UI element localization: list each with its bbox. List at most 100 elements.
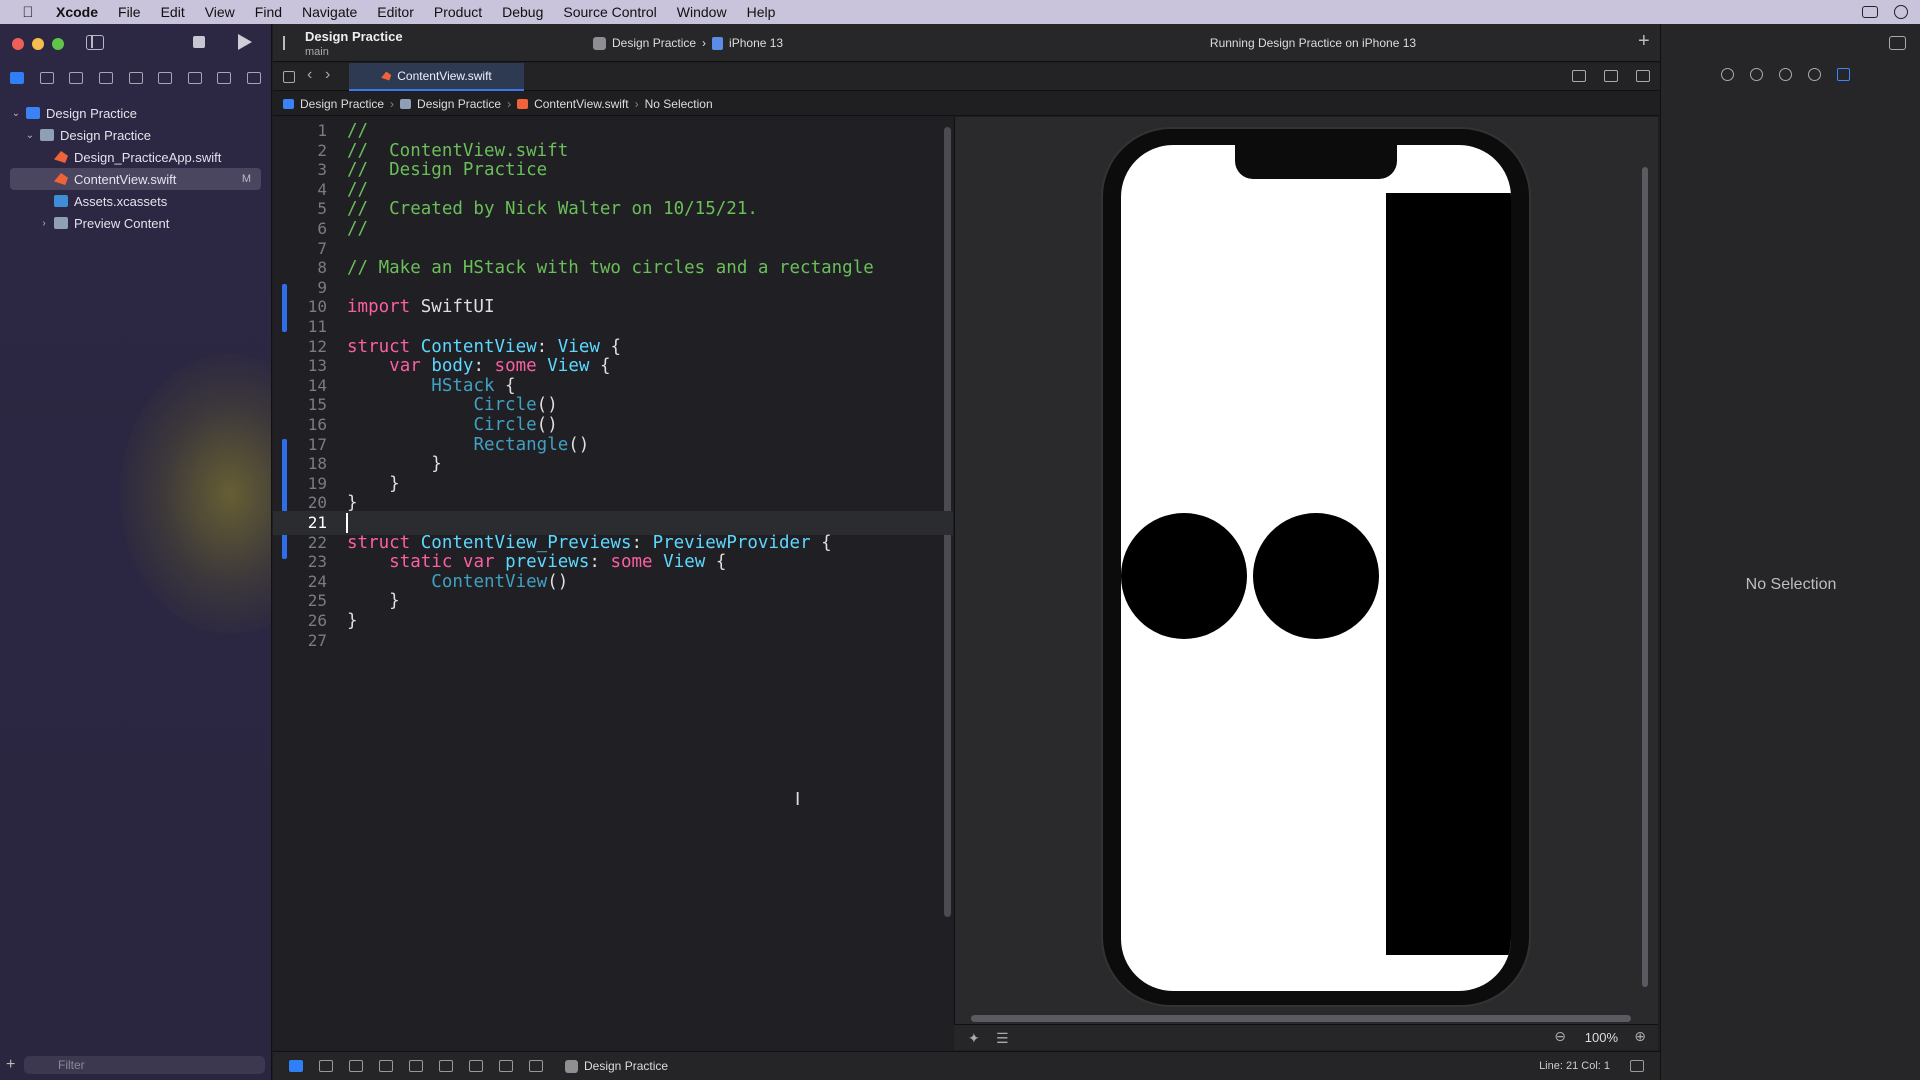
project-navigator-icon[interactable] bbox=[10, 72, 24, 84]
menu-source-control[interactable]: Source Control bbox=[553, 0, 666, 24]
activity-status: Running Design Practice on iPhone 13 bbox=[1209, 36, 1417, 50]
source-control-navigator-icon[interactable] bbox=[39, 72, 54, 84]
debug-navigator-icon[interactable] bbox=[187, 72, 202, 84]
issue-navigator-icon[interactable] bbox=[128, 72, 143, 84]
scheme-selector[interactable]: Design Practice › iPhone 13 bbox=[593, 32, 783, 54]
split-editor-icon[interactable] bbox=[1636, 70, 1650, 82]
tree-item-label: Assets.xcassets bbox=[74, 193, 168, 209]
menu-editor[interactable]: Editor bbox=[367, 0, 424, 24]
tree-item-preview-content[interactable]: › Preview Content bbox=[10, 212, 261, 234]
zoom-window-icon[interactable] bbox=[52, 38, 64, 50]
console-toggle-icon[interactable] bbox=[1630, 1060, 1644, 1072]
menu-product[interactable]: Product bbox=[424, 0, 492, 24]
toolbar-branch-name[interactable]: main bbox=[305, 46, 329, 58]
breakpoints-toggle-icon[interactable] bbox=[289, 1060, 303, 1072]
iphone-frame bbox=[1101, 127, 1531, 1007]
file-inspector-icon[interactable] bbox=[1721, 68, 1734, 81]
menu-file[interactable]: File bbox=[108, 0, 151, 24]
menu-debug[interactable]: Debug bbox=[492, 0, 553, 24]
zoom-level[interactable]: 100% bbox=[1585, 1030, 1618, 1045]
step-over-icon[interactable] bbox=[349, 1060, 363, 1072]
breakpoint-navigator-icon[interactable] bbox=[217, 72, 232, 84]
control-center-icon[interactable] bbox=[1862, 6, 1878, 18]
minimize-window-icon[interactable] bbox=[32, 38, 44, 50]
text-cursor-icon: I bbox=[795, 789, 801, 810]
branch-icon bbox=[283, 36, 295, 50]
jump-bar: Design Practice › Design Practice › Cont… bbox=[273, 92, 1659, 116]
chevron-down-icon[interactable]: ⌄ bbox=[24, 130, 36, 141]
memory-graph-icon[interactable] bbox=[469, 1060, 483, 1072]
variants-icon[interactable]: ☰ bbox=[996, 1030, 1009, 1047]
tree-item-assets[interactable]: Assets.xcassets bbox=[10, 190, 261, 212]
stop-icon[interactable] bbox=[193, 36, 205, 48]
tab-label: ContentView.swift bbox=[397, 69, 492, 83]
add-icon[interactable]: + bbox=[1638, 30, 1650, 53]
siri-icon[interactable] bbox=[1894, 5, 1908, 19]
find-navigator-icon[interactable] bbox=[98, 72, 113, 84]
jumpbar-item[interactable]: Design Practice bbox=[417, 97, 501, 111]
jumpbar-item[interactable]: Design Practice bbox=[300, 97, 384, 111]
attributes-inspector-icon[interactable] bbox=[1837, 68, 1850, 81]
identity-inspector-icon[interactable] bbox=[1808, 68, 1821, 81]
inspector-panel: No Selection bbox=[1660, 24, 1920, 1080]
inspector-toggle-icon[interactable] bbox=[1889, 36, 1906, 50]
report-navigator-icon[interactable] bbox=[247, 72, 261, 84]
menu-help[interactable]: Help bbox=[737, 0, 786, 24]
tree-item-project[interactable]: ⌄ Design Practice bbox=[10, 102, 261, 124]
menu-navigate[interactable]: Navigate bbox=[292, 0, 367, 24]
editor-options-icon[interactable] bbox=[1604, 70, 1618, 82]
source-editor[interactable]: I 1//2// ContentView.swift 3// Design Pra… bbox=[273, 117, 953, 1050]
zoom-out-icon[interactable]: ⊖ bbox=[1554, 1028, 1566, 1045]
forward-arrow-icon[interactable]: › bbox=[325, 66, 330, 84]
navigator-filter-bar: + Filter bbox=[6, 1056, 265, 1074]
step-into-icon[interactable] bbox=[379, 1060, 393, 1072]
environment-overrides-icon[interactable] bbox=[499, 1060, 513, 1072]
project-icon bbox=[283, 98, 294, 109]
apple-icon[interactable]:  bbox=[0, 4, 56, 21]
pause-icon[interactable] bbox=[319, 1060, 333, 1072]
chevron-right-icon: › bbox=[634, 96, 639, 111]
menu-find[interactable]: Find bbox=[245, 0, 292, 24]
help-inspector-icon[interactable] bbox=[1779, 68, 1792, 81]
menu-view[interactable]: View bbox=[195, 0, 245, 24]
code-line[interactable]: 27 bbox=[273, 629, 953, 653]
debug-target[interactable]: Design Practice bbox=[565, 1059, 668, 1073]
simulate-location-icon[interactable] bbox=[529, 1060, 543, 1072]
menu-bar:  Xcode File Edit View Find Navigate Edi… bbox=[0, 0, 1920, 24]
tab-contentview[interactable]: ContentView.swift bbox=[349, 63, 524, 91]
jumpbar-item[interactable]: ContentView.swift bbox=[534, 97, 629, 111]
preview-circle-2[interactable] bbox=[1253, 513, 1379, 639]
test-navigator-icon[interactable] bbox=[158, 72, 173, 84]
tree-item-app-file[interactable]: Design_PracticeApp.swift bbox=[10, 146, 261, 168]
symbol-navigator-icon[interactable] bbox=[69, 72, 84, 84]
sidebar-toggle-icon[interactable] bbox=[86, 35, 104, 50]
related-items-icon[interactable] bbox=[283, 71, 295, 83]
history-inspector-icon[interactable] bbox=[1750, 68, 1763, 81]
chevron-down-icon[interactable]: ⌄ bbox=[10, 108, 22, 119]
preview-circle-1[interactable] bbox=[1121, 513, 1247, 639]
refresh-icon[interactable] bbox=[1572, 70, 1586, 82]
canvas-vertical-scrollbar[interactable] bbox=[1642, 167, 1648, 987]
pin-icon[interactable]: ✦ bbox=[968, 1030, 980, 1047]
decorative-glow bbox=[120, 354, 271, 634]
jumpbar-item[interactable]: No Selection bbox=[645, 97, 713, 111]
close-window-icon[interactable] bbox=[12, 38, 24, 50]
tree-item-folder[interactable]: ⌄ Design Practice bbox=[10, 124, 261, 146]
add-icon[interactable]: + bbox=[6, 1056, 18, 1074]
back-arrow-icon[interactable]: ‹ bbox=[307, 66, 312, 84]
tree-item-contentview-file[interactable]: ContentView.swift M bbox=[10, 168, 261, 190]
menu-window[interactable]: Window bbox=[667, 0, 737, 24]
run-icon[interactable] bbox=[238, 34, 252, 50]
preview-screen[interactable] bbox=[1121, 145, 1511, 991]
view-debugger-icon[interactable] bbox=[439, 1060, 453, 1072]
menu-edit[interactable]: Edit bbox=[151, 0, 195, 24]
filter-input[interactable]: Filter bbox=[24, 1056, 265, 1074]
tree-item-label: ContentView.swift bbox=[74, 171, 177, 187]
chevron-right-icon[interactable]: › bbox=[38, 218, 50, 229]
zoom-in-icon[interactable]: ⊕ bbox=[1634, 1028, 1646, 1045]
menu-app[interactable]: Xcode bbox=[56, 0, 108, 24]
canvas-horizontal-scrollbar[interactable] bbox=[971, 1015, 1631, 1022]
step-out-icon[interactable] bbox=[409, 1060, 423, 1072]
navigator-sidebar: ⌄ Design Practice ⌄ Design Practice Desi… bbox=[0, 24, 272, 1080]
preview-rectangle[interactable] bbox=[1386, 193, 1511, 955]
